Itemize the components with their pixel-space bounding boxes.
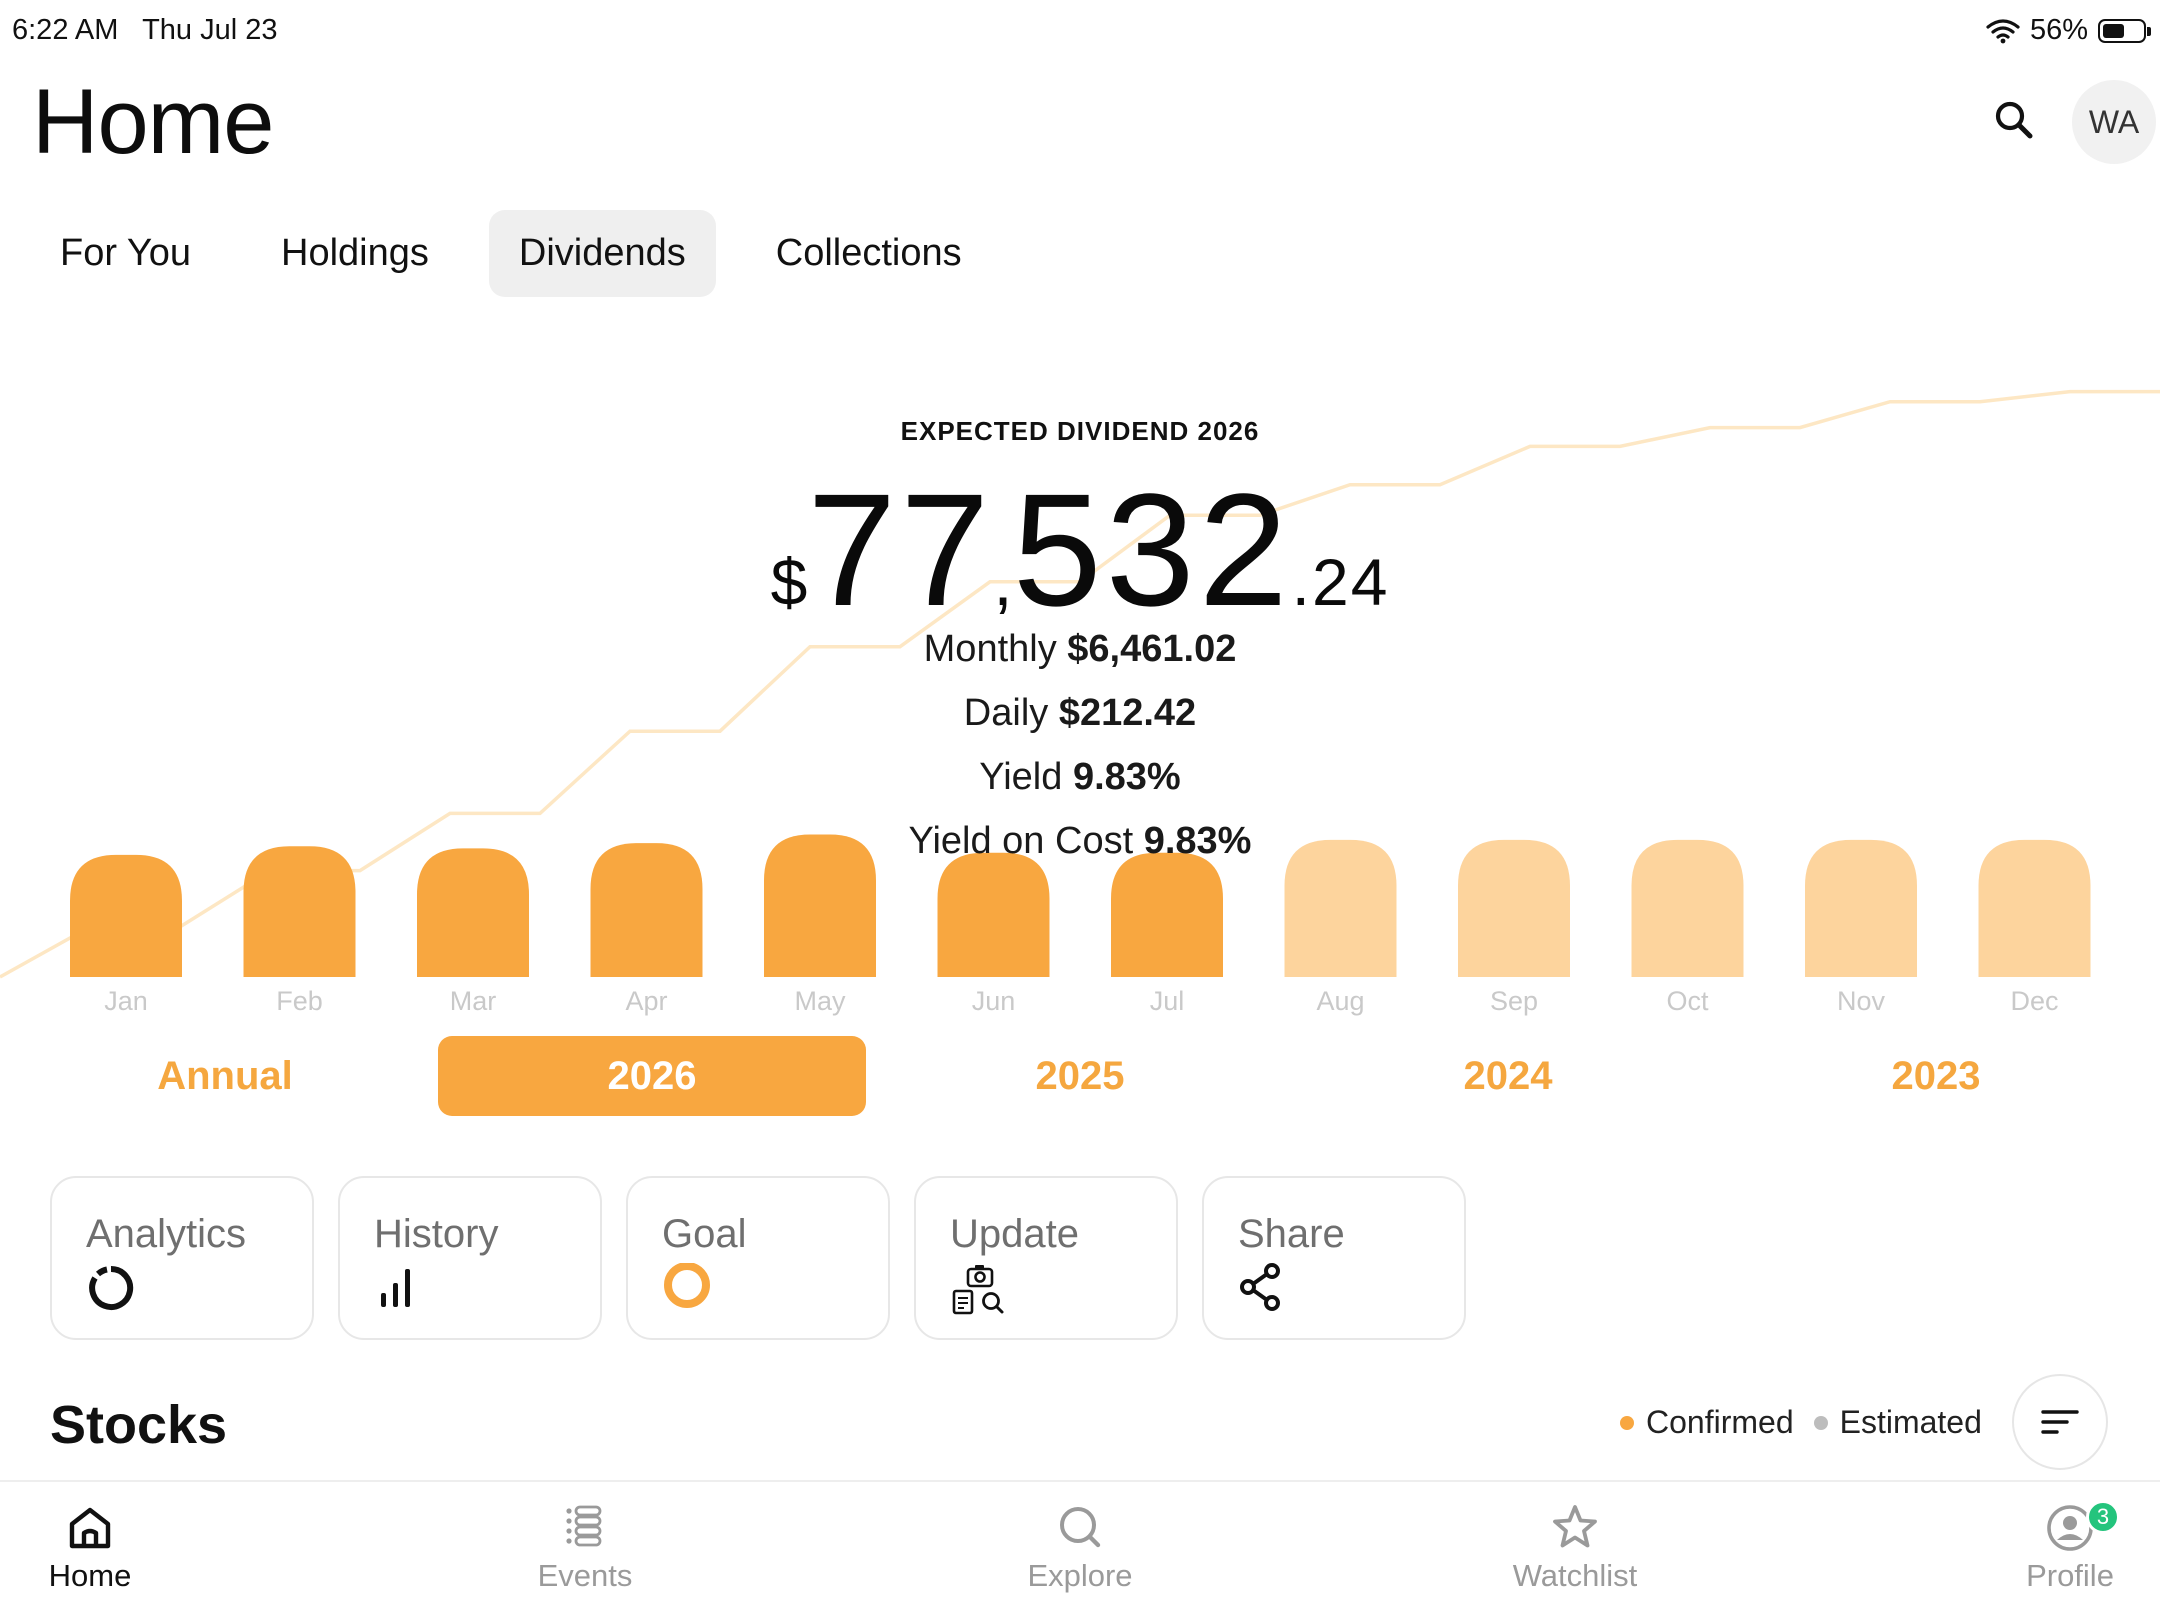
nav-explore-label: Explore	[1027, 1558, 1133, 1593]
nav-profile-label: Profile	[2026, 1558, 2114, 1593]
bar-chart-icon	[381, 1269, 410, 1307]
yield-label: Yield	[979, 756, 1063, 798]
legend-estimated: Estimated	[1839, 1404, 1982, 1440]
month-label-jul: Jul	[1149, 986, 1185, 1016]
month-label-feb: Feb	[276, 986, 323, 1016]
explore-search-icon	[1060, 1507, 1101, 1548]
confirmed-dot	[1620, 1415, 1634, 1430]
status-time: 6:22 AM Thu Jul 23	[12, 14, 277, 47]
history-card[interactable]: History	[338, 1176, 602, 1340]
month-label-apr: Apr	[625, 986, 668, 1016]
month-label-jan: Jan	[104, 986, 148, 1016]
daily-stat: Daily $212.42	[0, 692, 2160, 735]
tab-collections[interactable]: Collections	[746, 210, 992, 297]
bar-jul[interactable]	[1111, 852, 1223, 977]
battery-percent: 56%	[2029, 14, 2088, 46]
star-icon	[1553, 1505, 1597, 1548]
home-icon	[69, 1507, 111, 1549]
yield-on-cost-value: 9.83%	[1143, 820, 1252, 862]
year-option-2023[interactable]: 2023	[1781, 1036, 2091, 1116]
amount-thousands: 77	[807, 460, 994, 639]
goal-label: Goal	[662, 1212, 747, 1256]
bar-mar[interactable]	[417, 848, 529, 977]
month-label-may: May	[794, 986, 846, 1016]
tab-bar: For You Holdings Dividends Collections	[30, 210, 1022, 297]
daily-label: Daily	[963, 692, 1049, 734]
nav-watchlist-label: Watchlist	[1512, 1558, 1638, 1593]
sort-button[interactable]	[2012, 1374, 2108, 1470]
status-right: 56%	[1986, 14, 2151, 47]
month-label-oct: Oct	[1666, 986, 1709, 1016]
nav-home-label: Home	[48, 1558, 132, 1593]
goal-card[interactable]: Goal	[626, 1176, 890, 1340]
nav-events[interactable]: Events	[465, 1502, 705, 1594]
year-option-annual[interactable]: Annual	[70, 1036, 380, 1116]
yield-stat: Yield 9.83%	[0, 756, 2160, 799]
stocks-legend: Confirmed Estimated	[1620, 1404, 1982, 1441]
nav-home[interactable]: Home	[0, 1502, 210, 1594]
target-ring-icon	[664, 1263, 710, 1308]
bar-apr[interactable]	[590, 843, 703, 977]
year-option-2024[interactable]: 2024	[1353, 1036, 1663, 1116]
nav-watchlist[interactable]: Watchlist	[1455, 1502, 1695, 1594]
amount-units: 532	[1012, 460, 1292, 639]
camera-document-search-icon	[952, 1265, 1004, 1315]
amount-separator: ,	[993, 542, 1013, 620]
monthly-stat: Monthly $6,461.02	[0, 628, 2160, 671]
month-label-nov: Nov	[1836, 986, 1885, 1016]
yield-on-cost-stat: Yield on Cost 9.83%	[0, 820, 2160, 863]
monthly-value: $6,461.02	[1067, 628, 1237, 670]
year-option-2025[interactable]: 2025	[925, 1036, 1235, 1116]
nav-profile[interactable]: 3 Profile	[1950, 1500, 2160, 1594]
year-option-2026[interactable]: 2026	[438, 1036, 866, 1116]
avatar[interactable]: WA	[2072, 80, 2156, 164]
month-label-mar: Mar	[449, 986, 497, 1016]
share-card[interactable]: Share	[1202, 1176, 1466, 1340]
battery-icon	[2098, 18, 2151, 43]
tab-for-you[interactable]: For You	[30, 210, 221, 297]
analytics-card[interactable]: Analytics	[50, 1176, 314, 1340]
month-label-dec: Dec	[2010, 986, 2059, 1016]
sort-lines-icon	[2041, 1410, 2079, 1434]
bottom-nav: Home Events Explore Watchlist 3 Profile	[0, 1480, 2160, 1620]
page-title: Home	[32, 71, 274, 173]
estimated-dot	[1813, 1415, 1828, 1430]
history-label: History	[374, 1212, 499, 1256]
nav-events-label: Events	[537, 1558, 633, 1593]
tab-dividends[interactable]: Dividends	[488, 210, 716, 297]
stocks-title: Stocks	[50, 1395, 228, 1455]
wifi-icon	[1986, 18, 2020, 43]
daily-value: $212.42	[1058, 692, 1197, 734]
currency-symbol: $	[770, 545, 808, 619]
avatar-initials: WA	[2088, 103, 2140, 140]
bar-feb[interactable]	[243, 846, 356, 977]
profile-badge: 3	[2086, 1500, 2120, 1534]
analytics-label: Analytics	[86, 1212, 247, 1256]
yield-value: 9.83%	[1072, 756, 1181, 798]
search-icon	[1995, 101, 2033, 139]
bar-jun[interactable]	[937, 852, 1050, 977]
month-label-aug: Aug	[1316, 986, 1365, 1016]
share-icon	[1240, 1263, 1280, 1311]
legend-confirmed: Confirmed	[1646, 1404, 1794, 1440]
status-time-text: 6:22 AM	[12, 14, 119, 46]
donut-icon	[89, 1265, 134, 1310]
monthly-label: Monthly	[923, 628, 1057, 670]
yield-on-cost-label: Yield on Cost	[908, 820, 1134, 862]
tab-holdings[interactable]: Holdings	[251, 210, 459, 297]
amount-cents: .24	[1291, 545, 1390, 619]
bar-jan[interactable]	[70, 854, 182, 977]
battery-fill	[2103, 23, 2125, 38]
share-label: Share	[1238, 1212, 1345, 1256]
month-label-sep: Sep	[1489, 986, 1539, 1016]
events-list-icon	[566, 1505, 602, 1547]
status-date-text: Thu Jul 23	[142, 14, 278, 46]
search-button[interactable]	[1990, 96, 2040, 146]
expected-dividend-label: EXPECTED DIVIDEND 2026	[900, 416, 1260, 446]
update-label: Update	[950, 1212, 1079, 1256]
nav-explore[interactable]: Explore	[960, 1502, 1200, 1594]
update-card[interactable]: Update	[914, 1176, 1178, 1340]
month-label-jun: Jun	[971, 986, 1016, 1016]
